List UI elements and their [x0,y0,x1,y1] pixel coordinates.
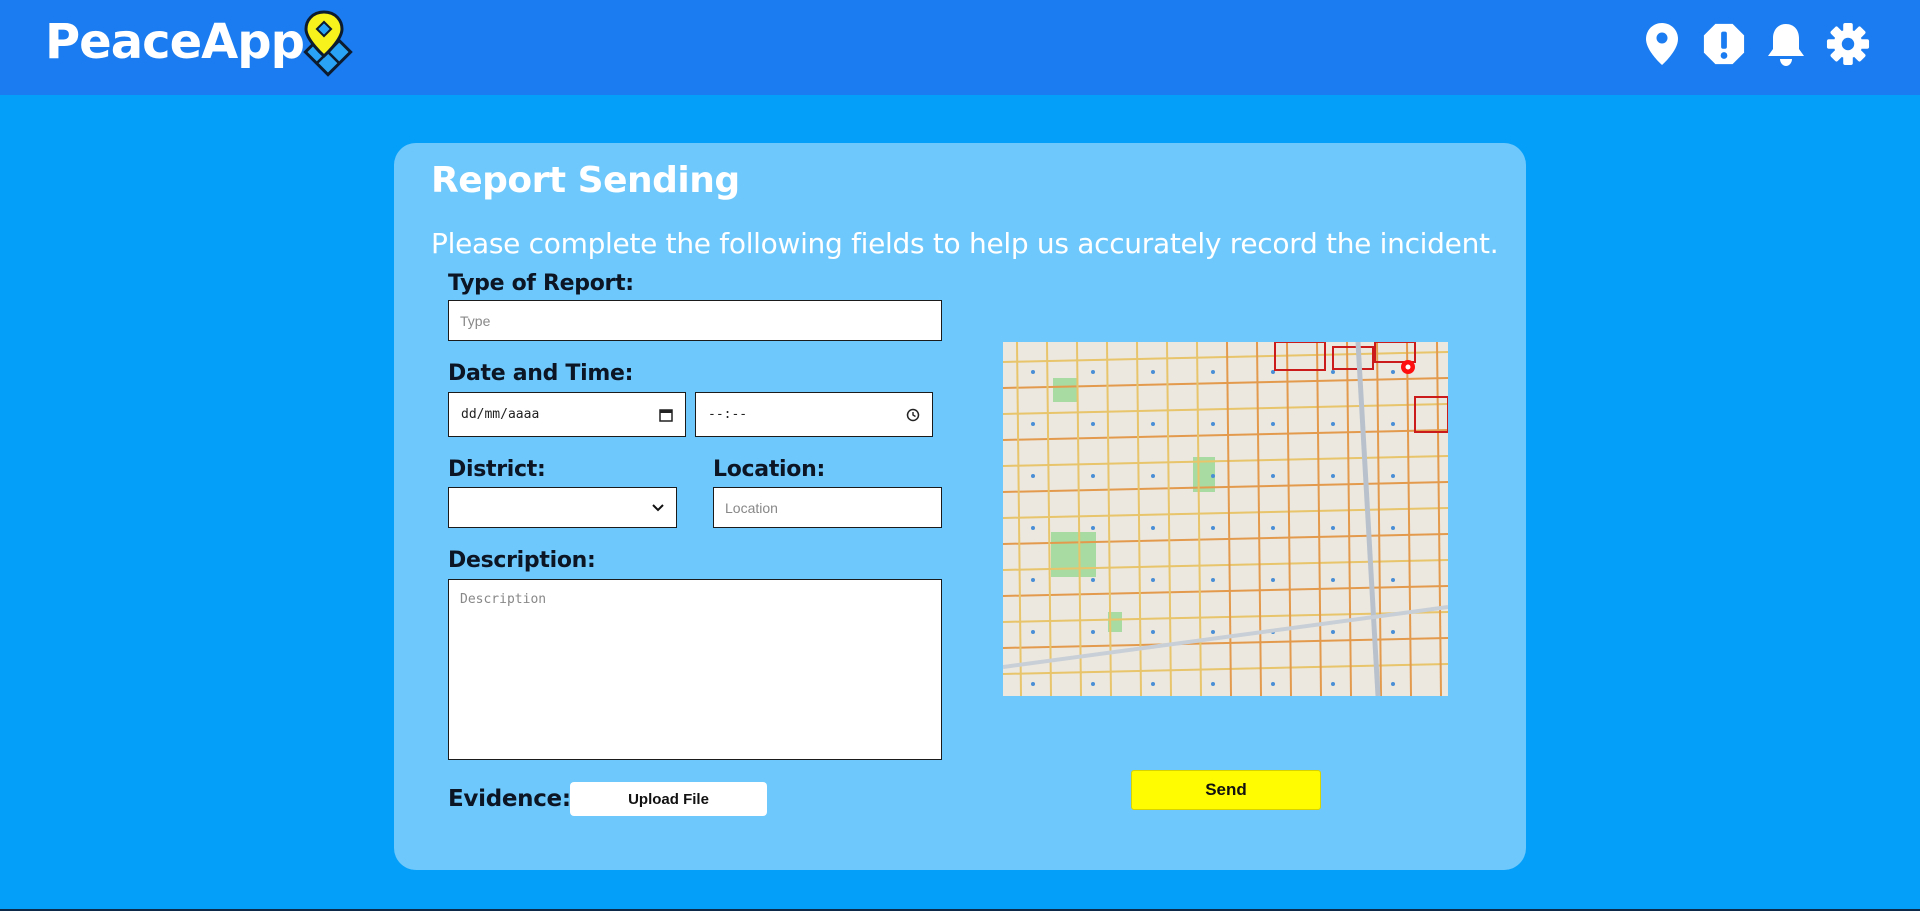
map-poi-dot [1331,422,1335,426]
map-poi-dot [1211,682,1215,686]
map-poi-dot [1091,370,1095,374]
location-input[interactable] [714,488,941,527]
map-poi-dot [1331,370,1335,374]
map-poi-dot [1271,422,1275,426]
map-poi-dot [1211,578,1215,582]
district-label: District: [448,457,546,482]
evidence-label: Evidence: [448,786,571,812]
form-subtitle: Please complete the following fields to … [431,227,1499,260]
description-textarea[interactable] [449,580,941,759]
map-poi-dot [1031,578,1035,582]
location-label: Location: [713,457,825,482]
map-poi-dot [1331,578,1335,582]
map-poi-dot [1091,630,1095,634]
map-poi-dot [1151,474,1155,478]
location-pin-icon[interactable] [1640,20,1684,68]
map-poi-dot [1271,526,1275,530]
map-poi-dot [1271,578,1275,582]
map-poi-dot [1211,422,1215,426]
map-poi-dot [1151,630,1155,634]
map-poi-dot [1031,526,1035,530]
map-poi-dot [1031,474,1035,478]
clock-icon[interactable] [906,408,920,422]
map-poi-dot [1091,474,1095,478]
map-poi-dot [1331,682,1335,686]
date-placeholder: dd/mm/aaaa [461,407,540,422]
map-poi-dot [1391,370,1395,374]
time-field[interactable]: --:-- [695,392,933,437]
map-poi-dot [1391,422,1395,426]
map-poi-dot [1031,422,1035,426]
send-button[interactable]: Send [1131,770,1321,810]
gear-icon[interactable] [1826,20,1870,68]
map-poi-dot [1391,630,1395,634]
brand-name[interactable]: PeaceApp [45,14,305,70]
map-poi-dot [1151,370,1155,374]
date-field[interactable]: dd/mm/aaaa [448,392,686,437]
map-poi-dot [1331,474,1335,478]
map-poi-dot [1391,526,1395,530]
top-navbar: PeaceApp [0,0,1920,95]
map-poi-dot [1271,682,1275,686]
map-poi-dot [1031,630,1035,634]
type-of-report-label: Type of Report: [448,271,634,296]
time-placeholder: --:-- [708,407,748,422]
app-logo-icon [303,10,353,77]
map-marker-icon[interactable] [1401,360,1415,374]
description-label: Description: [448,548,596,573]
map-poi-dot [1211,526,1215,530]
map-poi-dot [1151,682,1155,686]
map-poi-dot [1091,578,1095,582]
district-field[interactable] [448,487,677,528]
map-poi-dot [1151,422,1155,426]
map-poi-dot [1391,474,1395,478]
map-poi-dot [1091,682,1095,686]
calendar-icon[interactable] [659,408,673,422]
map-poi-dot [1151,526,1155,530]
location-map[interactable] [1003,342,1448,696]
map-poi-dot [1091,526,1095,530]
map-poi-dot [1211,630,1215,634]
map-poi-dot [1331,526,1335,530]
map-poi-dot [1391,682,1395,686]
description-field[interactable] [448,579,942,760]
map-poi-dot [1031,682,1035,686]
header-icon-group [1640,20,1870,68]
map-poi-dot [1271,474,1275,478]
date-time-label: Date and Time: [448,361,634,386]
map-poi-dot [1211,370,1215,374]
map-poi-dot [1151,578,1155,582]
map-poi-dot [1211,474,1215,478]
report-form-card: Report Sending Please complete the follo… [394,143,1526,870]
chevron-down-icon[interactable] [652,503,664,512]
upload-file-button[interactable]: Upload File [570,782,767,816]
map-poi-dot [1391,578,1395,582]
map-poi-dot [1031,370,1035,374]
type-input[interactable] [449,301,941,340]
map-poi-dot [1331,630,1335,634]
type-field[interactable] [448,300,942,341]
alert-icon[interactable] [1702,20,1746,68]
map-canvas[interactable] [1003,342,1448,696]
map-poi-dot [1091,422,1095,426]
form-title: Report Sending [431,160,740,201]
bell-icon[interactable] [1764,20,1808,68]
location-field[interactable] [713,487,942,528]
